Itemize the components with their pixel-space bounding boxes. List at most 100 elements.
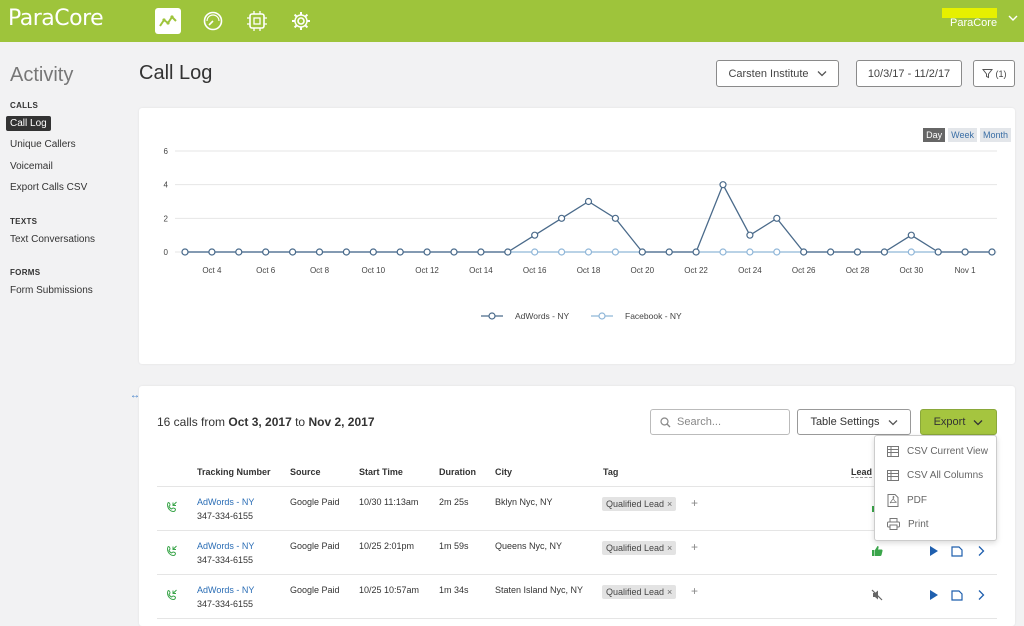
data-point (611, 214, 619, 222)
tag-label: Qualified Lead (606, 499, 665, 509)
y-tick-label: 0 (164, 248, 169, 257)
export-item-label: PDF (907, 495, 927, 506)
summary-to-word: to (295, 415, 306, 429)
chevron-right-icon[interactable] (977, 589, 985, 601)
data-point (773, 214, 781, 222)
export-dropdown: CSV Current View CSV All Columns PDF Pri… (874, 435, 997, 541)
data-point (423, 248, 431, 256)
sidebar-item-unique-callers[interactable]: Unique Callers (10, 139, 76, 150)
tag-label: Qualified Lead (606, 543, 665, 553)
export-item-label: CSV All Columns (907, 470, 984, 481)
export-pdf[interactable]: PDF (887, 494, 927, 507)
date-range-label: 10/3/17 - 11/2/17 (867, 67, 951, 80)
tracking-name-link[interactable]: AdWords - NY (197, 497, 254, 507)
account-select[interactable]: Carsten Institute (716, 60, 839, 87)
sidebar-item-export-calls-csv[interactable]: Export Calls CSV (10, 182, 87, 193)
data-point (262, 248, 270, 256)
table-icon (887, 470, 899, 481)
export-label: Export (933, 416, 966, 428)
sidebar: Activity CALLS Call Log Unique Callers V… (0, 42, 130, 626)
x-tick-label: Oct 20 (631, 266, 655, 275)
filter-count: (1) (995, 68, 1007, 79)
sidebar-item-form-submissions[interactable]: Form Submissions (10, 285, 93, 296)
data-point (315, 248, 324, 256)
data-point (773, 248, 781, 256)
data-point (746, 231, 754, 239)
tag-chip: Qualified Lead × (602, 497, 677, 511)
summary-from-date: Oct 3, 2017 (228, 415, 292, 429)
chevron-down-icon (888, 419, 898, 425)
col-header-tag[interactable]: Tag (603, 467, 618, 477)
col-header-city[interactable]: City (495, 467, 512, 477)
export-button[interactable]: Export (920, 409, 997, 435)
muted-lead-icon[interactable] (871, 589, 883, 601)
add-tag-button[interactable]: + (691, 584, 698, 598)
thumbs-up-icon[interactable] (871, 545, 883, 557)
user-name: ParaCore (950, 17, 998, 29)
data-point (826, 248, 835, 256)
summary-prefix: 16 calls from (157, 415, 226, 429)
duration-cell: 1m 59s (439, 541, 469, 551)
data-point (558, 214, 566, 222)
table-settings-label: Table Settings (810, 416, 880, 428)
sidebar-item-text-conversations[interactable]: Text Conversations (10, 234, 95, 245)
top-bar: ParaCore ParaCore (0, 0, 1024, 42)
y-tick-label: 6 (164, 147, 169, 156)
export-csv-all-columns[interactable]: CSV All Columns (887, 470, 983, 481)
table-settings-button[interactable]: Table Settings (797, 409, 911, 435)
data-point (450, 248, 458, 256)
x-tick-label: Oct 26 (792, 266, 816, 275)
x-tick-label: Oct 10 (362, 266, 386, 275)
x-tick-label: Oct 24 (738, 266, 762, 275)
duration-cell: 1m 34s (439, 585, 469, 595)
x-tick-label: Nov 1 (955, 266, 976, 275)
export-csv-current-view[interactable]: CSV Current View (887, 446, 988, 457)
data-point (558, 248, 566, 256)
play-icon[interactable] (929, 545, 939, 557)
data-point (853, 248, 862, 256)
tag-remove-button[interactable]: × (667, 543, 672, 553)
x-tick-label: Oct 28 (846, 266, 870, 275)
search-input[interactable] (677, 414, 782, 430)
speedometer-icon[interactable] (200, 8, 226, 34)
col-header-lead[interactable]: Lead (851, 467, 873, 478)
sidebar-section-texts: TEXTS (10, 217, 38, 226)
filter-icon (981, 69, 993, 79)
city-cell: Bklyn Nyc, NY (495, 497, 553, 507)
play-icon[interactable] (929, 589, 939, 601)
date-range-button[interactable]: 10/3/17 - 11/2/17 (856, 60, 962, 87)
sidebar-item-voicemail[interactable]: Voicemail (10, 161, 53, 172)
tracking-name-link[interactable]: AdWords - NY (197, 541, 254, 551)
chevron-down-icon (973, 419, 983, 425)
transcript-icon[interactable] (951, 545, 963, 557)
tag-remove-button[interactable]: × (667, 587, 672, 597)
add-tag-button[interactable]: + (691, 496, 698, 510)
transcript-icon[interactable] (951, 589, 963, 601)
chip-icon[interactable] (244, 8, 270, 34)
data-point (692, 248, 700, 256)
add-tag-button[interactable]: + (691, 540, 698, 554)
col-header-duration[interactable]: Duration (439, 467, 476, 477)
sidebar-item-call-log[interactable]: Call Log (6, 116, 51, 131)
col-header-source[interactable]: Source (290, 467, 321, 477)
export-print[interactable]: Print (887, 518, 929, 530)
tracking-name-link[interactable]: AdWords - NY (197, 585, 254, 595)
filter-button[interactable]: (1) (973, 60, 1015, 87)
col-header-tracking[interactable]: Tracking Number (197, 467, 271, 477)
tag-remove-button[interactable]: × (667, 499, 672, 509)
inbound-call-icon (166, 545, 177, 557)
chart-line-icon[interactable] (155, 8, 181, 34)
chevron-right-icon[interactable] (977, 545, 985, 557)
expand-icon[interactable]: ↔ (130, 390, 140, 401)
user-menu[interactable]: ParaCore (942, 8, 1018, 34)
y-tick-label: 2 (164, 214, 169, 223)
row-divider (157, 530, 997, 531)
data-point (988, 248, 996, 256)
gear-icon[interactable] (288, 8, 314, 34)
app-logo[interactable]: ParaCore (8, 6, 104, 31)
data-point (504, 248, 512, 256)
calls-line-chart: 0 2 4 6 Oct 4 Oct 6 Oct 8 Oct 10 Oct 12 Oct 14 Oct… (164, 147, 997, 321)
col-header-start-time[interactable]: Start Time (359, 467, 403, 477)
data-point (719, 181, 727, 189)
x-tick-label: Oct 30 (900, 266, 924, 275)
